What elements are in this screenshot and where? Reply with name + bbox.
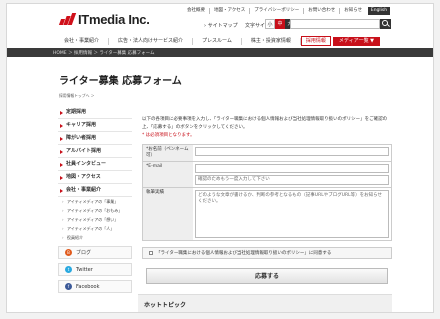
sidebar-item-parttime[interactable]: アルバイト採用: [58, 145, 132, 158]
page: ITmedia Inc. 会社概要 地図・アクセス プライバシーポリシー お問い…: [6, 3, 434, 313]
sidebar-item-interview[interactable]: 社員インタビュー: [58, 158, 132, 171]
email-confirm-field[interactable]: 確認のためもう一度入力して下さい: [195, 175, 389, 185]
career-label: 執筆実績: [143, 188, 193, 240]
page-title: ライター募集 応募フォーム: [59, 76, 182, 87]
sitemap-link[interactable]: › サイトマップ: [204, 22, 238, 29]
top-link-access[interactable]: 地図・アクセス: [209, 8, 249, 14]
name-row: *お名前（ペンネーム可）: [143, 145, 391, 162]
sidebar-item-company[interactable]: 会社・事業紹介: [58, 184, 132, 197]
nav-press[interactable]: プレスルーム: [193, 37, 242, 45]
nav-ir[interactable]: 株主・投資家情報: [242, 37, 301, 45]
top-link-contact[interactable]: お問い合わせ: [303, 8, 339, 14]
logo-text: ITmedia Inc.: [78, 11, 150, 27]
sidebar: 定期採用 キャリア採用 障がい者採用 アルバイト採用 社員インタビュー 地図・ア…: [58, 106, 132, 293]
required-note: * は必須項目となります。: [142, 133, 195, 138]
application-form: *お名前（ペンネーム可） *E-mail 確認のためもう一度入力して下さい 執筆…: [142, 144, 392, 241]
sidebar-sub-officers[interactable]: 役員紹介: [58, 233, 132, 242]
career-textarea[interactable]: どのような文章が書けるか、判断の参考となるもの（記事URLやブログURL等）をお…: [195, 190, 389, 238]
form-intro: 以下の各項目に必要事項を入力し、「ライター職集における個人情報および当社処理情報…: [142, 116, 392, 140]
sidebar-sub-strength[interactable]: アイティメディアの「おもみ」: [58, 206, 132, 215]
intro-text: 以下の各項目に必要事項を入力し、「ライター職集における個人情報および当社処理情報…: [142, 117, 388, 130]
blog-button[interactable]: B ブログ: [58, 246, 132, 259]
font-size-medium-button[interactable]: 中: [275, 19, 285, 29]
submit-button[interactable]: 応募する: [146, 268, 388, 284]
agree-row[interactable]: 「ライター職集における個人情報および当社処理情報取り扱いのポリシー」に同意する: [142, 247, 392, 259]
agree-text[interactable]: 「ライター職集における個人情報および当社処理情報取り扱いのポリシー」に同意する: [156, 248, 331, 259]
blog-icon: B: [65, 249, 72, 256]
blog-label: ブログ: [76, 250, 92, 256]
itmedia-logo[interactable]: ITmedia Inc.: [58, 11, 150, 27]
header: ITmedia Inc. 会社概要 地図・アクセス プライバシーポリシー お問い…: [7, 4, 433, 34]
search-icon[interactable]: [380, 19, 391, 29]
name-label: *お名前（ペンネーム可）: [143, 145, 193, 161]
breadcrumb-text[interactable]: HOME ＞ 採用情報 ＞ ライター募集 応募フォーム: [53, 50, 155, 56]
sidebar-item-career[interactable]: キャリア採用: [58, 119, 132, 132]
twitter-button[interactable]: t Twitter: [58, 263, 132, 276]
name-field[interactable]: [195, 147, 389, 156]
facebook-button[interactable]: f Facebook: [58, 280, 132, 293]
sidebar-sub-vision[interactable]: アイティメディアの「想い」: [58, 215, 132, 224]
breadcrumb: HOME ＞ 採用情報 ＞ ライター募集 応募フォーム: [7, 48, 433, 57]
global-nav: 会社・事業紹介 広告・法人向けサービス紹介 プレスルーム 株主・投資家情報 採用…: [7, 35, 433, 47]
email-row: *E-mail 確認のためもう一度入力して下さい: [143, 162, 391, 188]
career-row: 執筆実績 どのような文章が書けるか、判断の参考となるもの（記事URLやブログUR…: [143, 188, 391, 240]
email-label: *E-mail: [143, 162, 193, 187]
sidebar-item-disability[interactable]: 障がい者採用: [58, 132, 132, 145]
top-link-news[interactable]: お知らせ: [339, 8, 366, 14]
facebook-icon: f: [65, 283, 72, 290]
top-link-privacy[interactable]: プライバシーポリシー: [249, 8, 303, 14]
sidebar-sub-business[interactable]: アイティメディアの「事業」: [58, 197, 132, 206]
english-button[interactable]: English: [368, 7, 390, 15]
agree-checkbox[interactable]: [149, 251, 153, 255]
top-link-company[interactable]: 会社概要: [183, 8, 209, 14]
logo-mark-icon: [58, 13, 77, 25]
nav-media-list[interactable]: メディア一覧 ▼: [332, 36, 381, 46]
nav-company[interactable]: 会社・事業紹介: [55, 37, 110, 45]
recruit-top-link[interactable]: 採用情報トップへ ＞: [59, 93, 94, 99]
sidebar-item-new-grad[interactable]: 定期採用: [58, 106, 132, 119]
email-field[interactable]: [195, 164, 389, 173]
twitter-label: Twitter: [76, 266, 93, 273]
top-links: 会社概要 地図・アクセス プライバシーポリシー お問い合わせ お知らせ: [183, 8, 366, 14]
facebook-label: Facebook: [76, 283, 100, 290]
application-form-section: 以下の各項目に必要事項を入力し、「ライター職集における個人情報および当社処理情報…: [142, 116, 392, 284]
sidebar-item-access[interactable]: 地図・アクセス: [58, 171, 132, 184]
nav-ad-service[interactable]: 広告・法人向けサービス紹介: [109, 37, 194, 45]
twitter-icon: t: [65, 266, 72, 273]
search-input[interactable]: [290, 19, 380, 29]
sidebar-sub-people[interactable]: アイティメディアの「人」: [58, 224, 132, 233]
hot-topic-bar: ホットトピック: [138, 294, 392, 312]
nav-recruit[interactable]: 採用情報: [300, 36, 331, 46]
font-size-small-button[interactable]: 小: [265, 19, 275, 29]
hot-topic-heading: ホットトピック: [144, 302, 187, 309]
